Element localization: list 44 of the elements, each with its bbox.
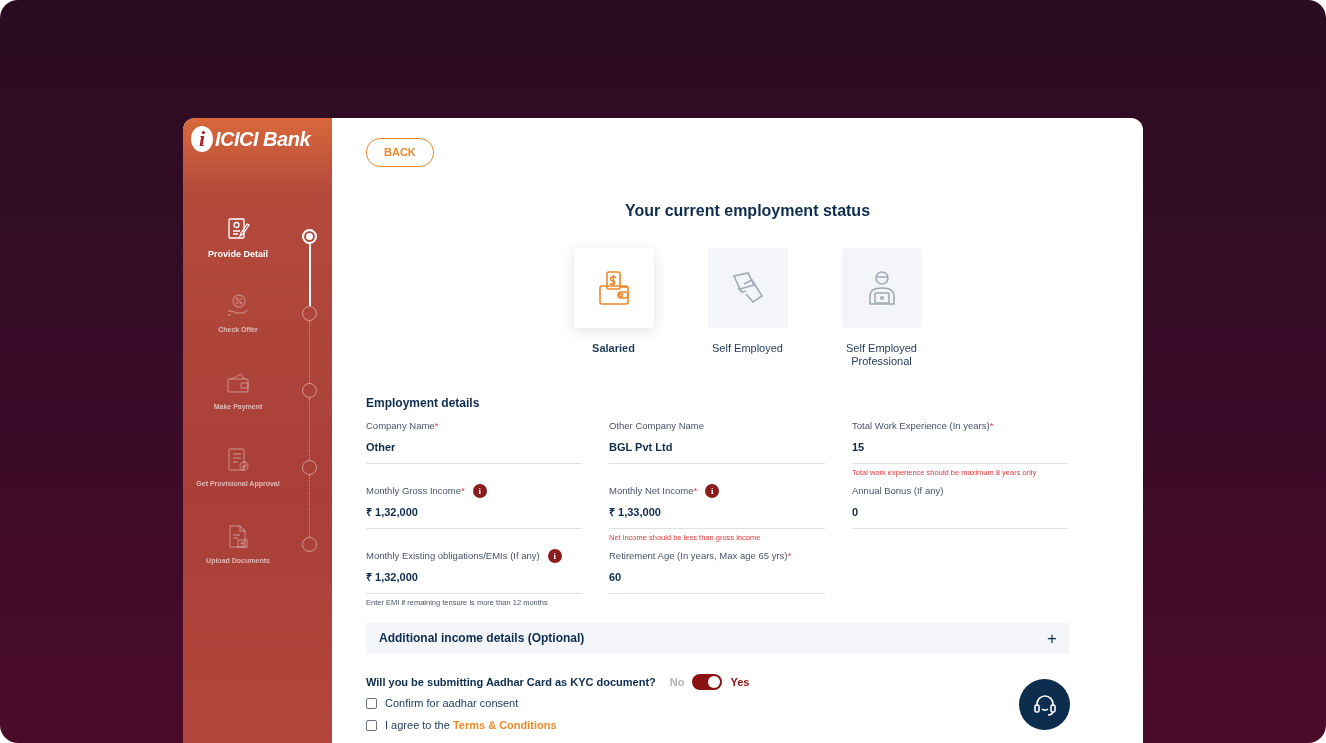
input-field[interactable]: 0 [852,499,1068,530]
field-label: Monthly Existing obligations/EMIs (If any) [366,548,540,563]
section-title: Employment details [366,394,481,412]
info-icon[interactable]: i [705,483,720,498]
input-field[interactable]: Other [366,434,582,465]
input-field[interactable]: ₹ 1,32,000 [366,564,582,595]
field-label: Other Company Name [609,418,705,433]
field-label: Company Name* [366,418,439,433]
input-field[interactable]: ₹ 1,33,000 [609,499,825,530]
checkbox-label: I agree to the Terms & Conditions [385,717,557,733]
toggle-label: Yes [730,674,750,690]
input-field[interactable]: ₹ 1,32,000 [366,499,582,530]
option-tile[interactable] [841,247,922,328]
checkbox[interactable] [366,698,377,710]
option-label[interactable]: Self Employed Professional [841,341,922,368]
field-label: Monthly Gross Income* [366,483,465,498]
percent-hand-icon [225,293,251,319]
expand-icon: + [1047,629,1057,647]
input-field[interactable]: 60 [609,564,825,595]
checkbox-label: Confirm for aadhar consent [385,696,519,712]
document-pen-icon [225,216,251,242]
page-title: Your current employment status [623,200,872,221]
input-field[interactable]: BGL Pvt Ltd [609,434,825,465]
checkbox[interactable] [366,719,377,731]
info-icon[interactable]: i [472,483,487,498]
field-label: Retirement Age (In years, Max age 65 yrs)* [609,548,792,563]
info-icon[interactable]: i [547,548,562,563]
option-tile[interactable] [707,247,788,328]
option-label[interactable]: Self Employed [712,341,783,355]
field-label: Monthly Net Income* [609,483,698,498]
option-label[interactable]: Salaried [592,341,635,355]
support-button[interactable] [1019,679,1070,730]
toggle-switch[interactable] [692,674,723,691]
input-field[interactable]: 15 [852,434,1068,465]
accordion-header[interactable]: Additional income details (Optional) + [366,622,1069,654]
step-label: Provide Detail [208,248,268,261]
logo-mark: i [191,126,213,152]
field-label: Total Work Experience (In years)* [852,418,994,433]
field-label: Annual Bonus (If any) [852,483,944,498]
logo-text: ICICI Bank [215,127,311,151]
checklist-icon [225,447,251,473]
toggle-label: No [669,674,685,690]
option-tile[interactable] [573,247,654,328]
question-text: Will you be submitting Aadhar Card as KYC document? [366,674,656,690]
